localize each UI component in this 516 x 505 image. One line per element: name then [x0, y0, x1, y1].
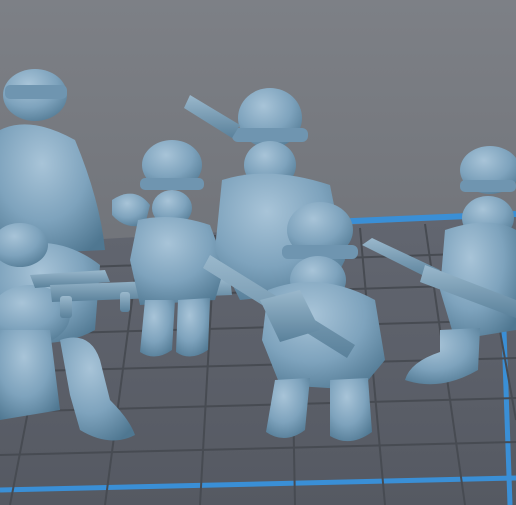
slicer-viewport — [0, 0, 516, 505]
scene-canvas — [0, 0, 516, 505]
